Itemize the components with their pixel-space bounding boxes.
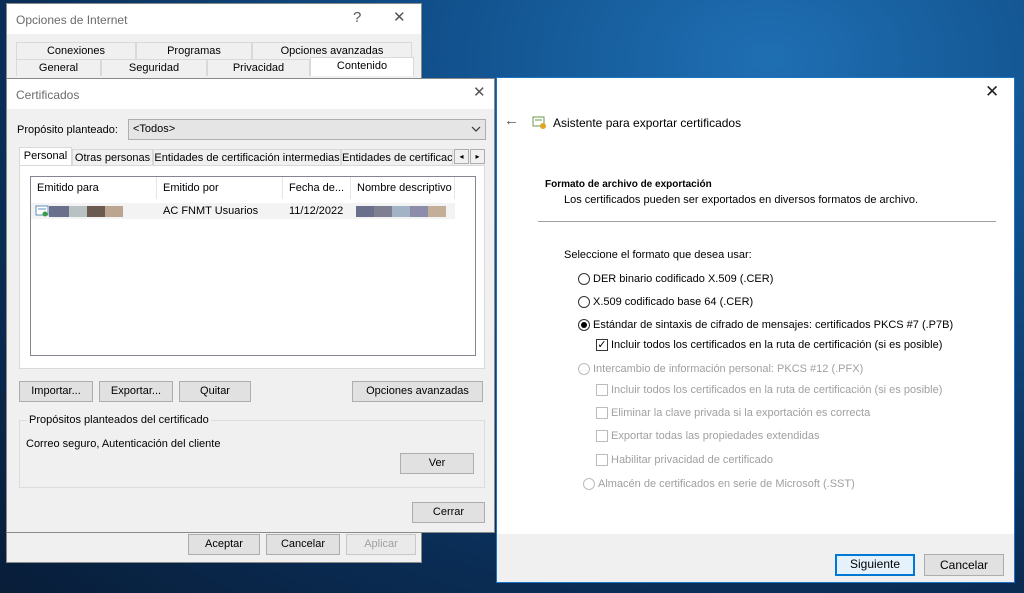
tab-personal[interactable]: Personal	[19, 147, 72, 166]
radio-pfx[interactable]	[578, 363, 590, 375]
purposes-value: Correo seguro, Autenticación del cliente	[26, 438, 221, 450]
redacted-description	[410, 206, 428, 217]
column-emitido-para[interactable]: Emitido para	[31, 177, 157, 199]
tab-conexiones[interactable]: Conexiones	[16, 42, 136, 59]
radio-pfx-label[interactable]: Intercambio de información personal: PKC…	[593, 363, 863, 375]
accept-button[interactable]: Aceptar	[188, 534, 260, 555]
next-button[interactable]: Siguiente	[835, 554, 915, 576]
tab-programas[interactable]: Programas	[136, 42, 252, 59]
certificates-titlebar: Certificados ✕	[7, 79, 494, 109]
radio-pkcs7[interactable]	[578, 319, 590, 331]
chevron-down-icon	[471, 126, 481, 132]
close-icon[interactable]: ✕	[473, 85, 486, 101]
radio-base64[interactable]	[578, 296, 590, 308]
radio-sst-label[interactable]: Almacén de certificados en serie de Micr…	[598, 478, 855, 490]
tab-scroll-left-icon[interactable]: ◂	[454, 149, 469, 164]
checkbox-pfx-include[interactable]	[596, 384, 608, 396]
tab-seguridad[interactable]: Seguridad	[101, 59, 207, 76]
certificates-title: Certificados	[16, 88, 80, 102]
tab-scroll-right-icon[interactable]: ▸	[470, 149, 485, 164]
divider	[538, 221, 996, 222]
certificates-window: Certificados ✕ Propósito planteado: <Tod…	[6, 78, 495, 533]
section-title: Formato de archivo de exportación	[545, 179, 712, 190]
checkbox-pfx-include-label[interactable]: Incluir todos los certificados en la rut…	[611, 384, 942, 396]
tab-intermedias[interactable]: Entidades de certificación intermedias	[153, 149, 341, 166]
checkbox-pfx-export-props[interactable]	[596, 430, 608, 442]
checkbox-pfx-export-props-label[interactable]: Exportar todas las propiedades extendida…	[611, 430, 820, 442]
section-description: Los certificados pueden ser exportados e…	[564, 194, 919, 206]
remove-button[interactable]: Quitar	[179, 381, 251, 402]
export-wizard-window: ✕ ← Asistente para exportar certificados…	[496, 77, 1015, 583]
close-button[interactable]: Cerrar	[412, 502, 485, 523]
redacted-description	[374, 206, 392, 217]
column-emitido-por[interactable]: Emitido por	[157, 177, 283, 199]
purpose-label: Propósito planteado:	[17, 124, 118, 136]
internet-options-title: Opciones de Internet	[16, 13, 128, 27]
row-issued-by: AC FNMT Usuarios	[163, 205, 259, 217]
purpose-select[interactable]: <Todos>	[128, 119, 486, 140]
checkbox-pfx-delete-label[interactable]: Eliminar la clave privada si la exportac…	[611, 407, 870, 419]
redacted-description	[392, 206, 410, 217]
column-nombre-descriptivo[interactable]: Nombre descriptivo	[351, 177, 455, 199]
help-icon[interactable]: ?	[353, 10, 361, 26]
export-button[interactable]: Exportar...	[99, 381, 173, 402]
radio-der[interactable]	[578, 273, 590, 285]
wizard-footer: Siguiente Cancelar	[497, 534, 1014, 582]
wizard-title: Asistente para exportar certificados	[553, 116, 742, 130]
import-button[interactable]: Importar...	[19, 381, 93, 402]
radio-der-label[interactable]: DER binario codificado X.509 (.CER)	[593, 273, 773, 285]
select-format-prompt: Seleccione el formato que desea usar:	[564, 249, 752, 261]
close-icon[interactable]: ✕	[393, 10, 406, 26]
table-row[interactable]: AC FNMT Usuarios 11/12/2022	[31, 203, 455, 219]
purpose-select-value: <Todos>	[133, 123, 176, 135]
checkbox-pkcs7-include[interactable]: ✓	[596, 339, 608, 351]
checkbox-pfx-privacy-label[interactable]: Habilitar privacidad de certificado	[611, 454, 773, 466]
apply-button[interactable]: Aplicar	[346, 534, 416, 555]
tab-entidades-raiz[interactable]: Entidades de certificac	[341, 149, 453, 166]
back-arrow-icon[interactable]: ←	[504, 112, 519, 129]
tab-otras-personas[interactable]: Otras personas	[72, 149, 153, 166]
redacted-description	[428, 206, 446, 217]
internet-options-titlebar: Opciones de Internet ? ✕	[7, 4, 421, 34]
close-icon[interactable]: ✕	[985, 82, 999, 102]
checkbox-pfx-privacy[interactable]	[596, 454, 608, 466]
certificate-wizard-icon	[532, 116, 546, 129]
redacted-description	[356, 206, 374, 217]
checkbox-pkcs7-include-label[interactable]: Incluir todos los certificados en la rut…	[611, 339, 942, 351]
tab-panel: Emitido para Emitido por Fecha de... Nom…	[19, 165, 485, 369]
cancel-button[interactable]: Cancelar	[924, 554, 1004, 576]
row-date: 11/12/2022	[289, 205, 344, 217]
redacted-name	[49, 206, 69, 217]
column-fecha[interactable]: Fecha de...	[283, 177, 351, 199]
tab-contenido[interactable]: Contenido	[310, 57, 414, 76]
view-button[interactable]: Ver	[400, 453, 474, 474]
redacted-name	[69, 206, 87, 217]
purposes-group: Propósitos planteados del certificado Co…	[19, 414, 485, 488]
cancel-button[interactable]: Cancelar	[266, 534, 340, 555]
radio-base64-label[interactable]: X.509 codificado base 64 (.CER)	[593, 296, 753, 308]
tab-privacidad[interactable]: Privacidad	[207, 59, 310, 76]
redacted-name	[105, 206, 123, 217]
radio-sst[interactable]	[583, 478, 595, 490]
certificate-icon	[35, 205, 49, 217]
certificate-list[interactable]: Emitido para Emitido por Fecha de... Nom…	[30, 176, 476, 356]
tab-general[interactable]: General	[16, 59, 101, 76]
radio-pkcs7-label[interactable]: Estándar de sintaxis de cifrado de mensa…	[593, 319, 953, 331]
advanced-options-button[interactable]: Opciones avanzadas	[352, 381, 483, 402]
purposes-group-title: Propósitos planteados del certificado	[27, 414, 211, 426]
redacted-name	[87, 206, 105, 217]
checkbox-pfx-delete[interactable]	[596, 407, 608, 419]
